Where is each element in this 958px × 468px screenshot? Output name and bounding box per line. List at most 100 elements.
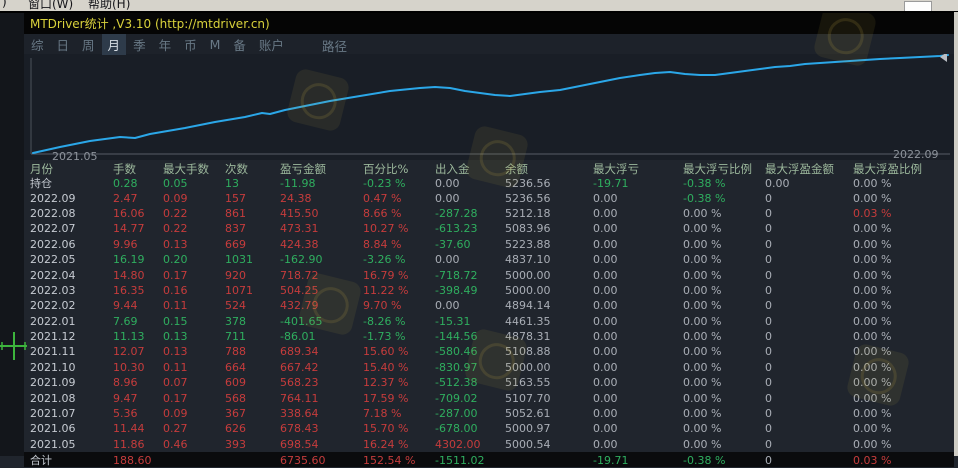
table-cell: 0.00 <box>593 407 683 420</box>
equity-chart[interactable]: 2021.05 2022.09 <box>24 54 954 160</box>
table-cell: 0.46 <box>163 438 225 451</box>
table-cell: 157 <box>225 192 280 205</box>
table-cell: 0.20 <box>163 253 225 266</box>
table-cell: 0.00 % <box>683 392 765 405</box>
table-row: 2022.0414.800.17920718.7216.79 %-718.725… <box>24 267 954 282</box>
table-cell: 0.13 <box>163 345 225 358</box>
table-cell: 0.00 % <box>683 438 765 451</box>
title-bar[interactable]: MTDriver统计 ,V3.10 (http://mtdriver.cn) <box>24 12 954 34</box>
table-cell: 0 <box>765 454 853 467</box>
table-cell: 415.50 <box>280 207 363 220</box>
table-cell: 0.00 % <box>853 361 954 374</box>
table-cell: -0.38 % <box>683 177 765 190</box>
table-cell: 0.09 <box>163 407 225 420</box>
table-cell: 9.70 % <box>363 299 435 312</box>
tab-account[interactable]: 账户 <box>253 34 290 55</box>
table-cell: 11.22 % <box>363 284 435 297</box>
table-cell: 524 <box>225 299 280 312</box>
tab-m[interactable]: M <box>204 36 227 53</box>
row-label: 2021.07 <box>30 407 113 420</box>
menu-item-help[interactable]: 帮助(H) <box>88 0 130 12</box>
tab-quarter[interactable]: 季 <box>127 34 152 55</box>
table-row: 2021.089.470.17568764.1117.59 %-709.0251… <box>24 390 954 405</box>
row-label: 2021.11 <box>30 345 113 358</box>
table-cell: 15.60 % <box>363 345 435 358</box>
table-cell: 689.34 <box>280 345 363 358</box>
table-cell: 568.23 <box>280 376 363 389</box>
tab-backup[interactable]: 备 <box>227 34 252 55</box>
table-row-total: 合计188.606735.60152.54 %-1511.02-19.71-0.… <box>24 452 954 467</box>
table-cell: -86.01 <box>280 330 363 343</box>
table-cell: 0 <box>765 269 853 282</box>
table-cell: 0.00 <box>593 345 683 358</box>
table-cell: 0.00 % <box>683 207 765 220</box>
path-label[interactable]: 路径 <box>322 36 347 55</box>
column-header: 最大浮盈比例 <box>853 161 954 177</box>
column-header: 手数 <box>113 161 163 177</box>
table-cell: 188.60 <box>113 454 163 467</box>
table-cell: -15.31 <box>435 315 505 328</box>
table-cell: 0.00 % <box>853 284 954 297</box>
table-cell: 0 <box>765 392 853 405</box>
table-cell: 0 <box>765 192 853 205</box>
table-cell: -398.49 <box>435 284 505 297</box>
table-cell: 0.00 % <box>853 376 954 389</box>
table-row: 2021.1112.070.13788689.3415.60 %-580.465… <box>24 344 954 359</box>
table-row: 2022.069.960.13669424.388.84 %-37.605223… <box>24 237 954 252</box>
table-cell: 5212.18 <box>505 207 593 220</box>
row-label: 2021.10 <box>30 361 113 374</box>
table-cell: 152.54 % <box>363 454 435 467</box>
x-axis-end-label: 2022.09 <box>893 148 939 161</box>
table-cell: 626 <box>225 422 280 435</box>
column-header: 次数 <box>225 161 280 177</box>
table-row: 2022.0316.350.161071504.2511.22 %-398.49… <box>24 283 954 298</box>
row-label: 2022.05 <box>30 253 113 266</box>
table-cell: 0.05 <box>163 177 225 190</box>
tab-currency[interactable]: 币 <box>178 34 203 55</box>
table-cell: 0.00 <box>593 284 683 297</box>
menu-item-window[interactable]: 窗口(W) <box>28 0 73 12</box>
tab-composite[interactable]: 综 <box>25 34 50 55</box>
table-row: 2022.029.440.11524432.799.70 %0.004894.1… <box>24 298 954 313</box>
table-cell: 5000.97 <box>505 422 593 435</box>
table-cell: 0.00 % <box>683 253 765 266</box>
table-cell: 338.64 <box>280 407 363 420</box>
table-cell: -512.38 <box>435 376 505 389</box>
table-cell: -0.38 % <box>683 454 765 467</box>
table-row: 2022.0816.060.22861415.508.66 %-287.2852… <box>24 206 954 221</box>
table-cell: 0 <box>765 345 853 358</box>
table-cell: 5000.00 <box>505 284 593 297</box>
column-header: 最大手数 <box>163 161 225 177</box>
row-label: 2022.02 <box>30 299 113 312</box>
tab-week[interactable]: 周 <box>76 34 101 55</box>
table-cell: 5000.00 <box>505 269 593 282</box>
table-cell: 0.00 <box>593 422 683 435</box>
table-cell: 432.79 <box>280 299 363 312</box>
table-cell: 0.00 % <box>683 361 765 374</box>
row-label: 2021.09 <box>30 376 113 389</box>
tab-day[interactable]: 日 <box>51 34 76 55</box>
table-cell: 0.00 <box>593 392 683 405</box>
table-cell: 698.54 <box>280 438 363 451</box>
tab-year[interactable]: 年 <box>153 34 178 55</box>
table-cell: 5223.88 <box>505 238 593 251</box>
column-header: 出入金 <box>435 161 505 177</box>
table-cell: 0.00 % <box>853 422 954 435</box>
table-cell: 0.17 <box>163 269 225 282</box>
table-cell: 14.80 <box>113 269 163 282</box>
table-cell: 12.07 <box>113 345 163 358</box>
table-cell: 15.70 % <box>363 422 435 435</box>
table-cell: 5108.88 <box>505 345 593 358</box>
table-cell: 0.00 <box>593 222 683 235</box>
row-label: 持仓 <box>30 175 113 191</box>
table-cell: 8.96 <box>113 376 163 389</box>
table-cell: 0.00 <box>593 315 683 328</box>
table-cell: 16.24 % <box>363 438 435 451</box>
row-label: 2021.08 <box>30 392 113 405</box>
table-cell: 11.86 <box>113 438 163 451</box>
tab-month[interactable]: 月 <box>102 34 127 55</box>
table-cell: 0.00 % <box>683 238 765 251</box>
table-cell: 0.00 % <box>853 330 954 343</box>
window-title: MTDriver统计 ,V3.10 (http://mtdriver.cn) <box>24 15 270 32</box>
table-cell: -678.00 <box>435 422 505 435</box>
